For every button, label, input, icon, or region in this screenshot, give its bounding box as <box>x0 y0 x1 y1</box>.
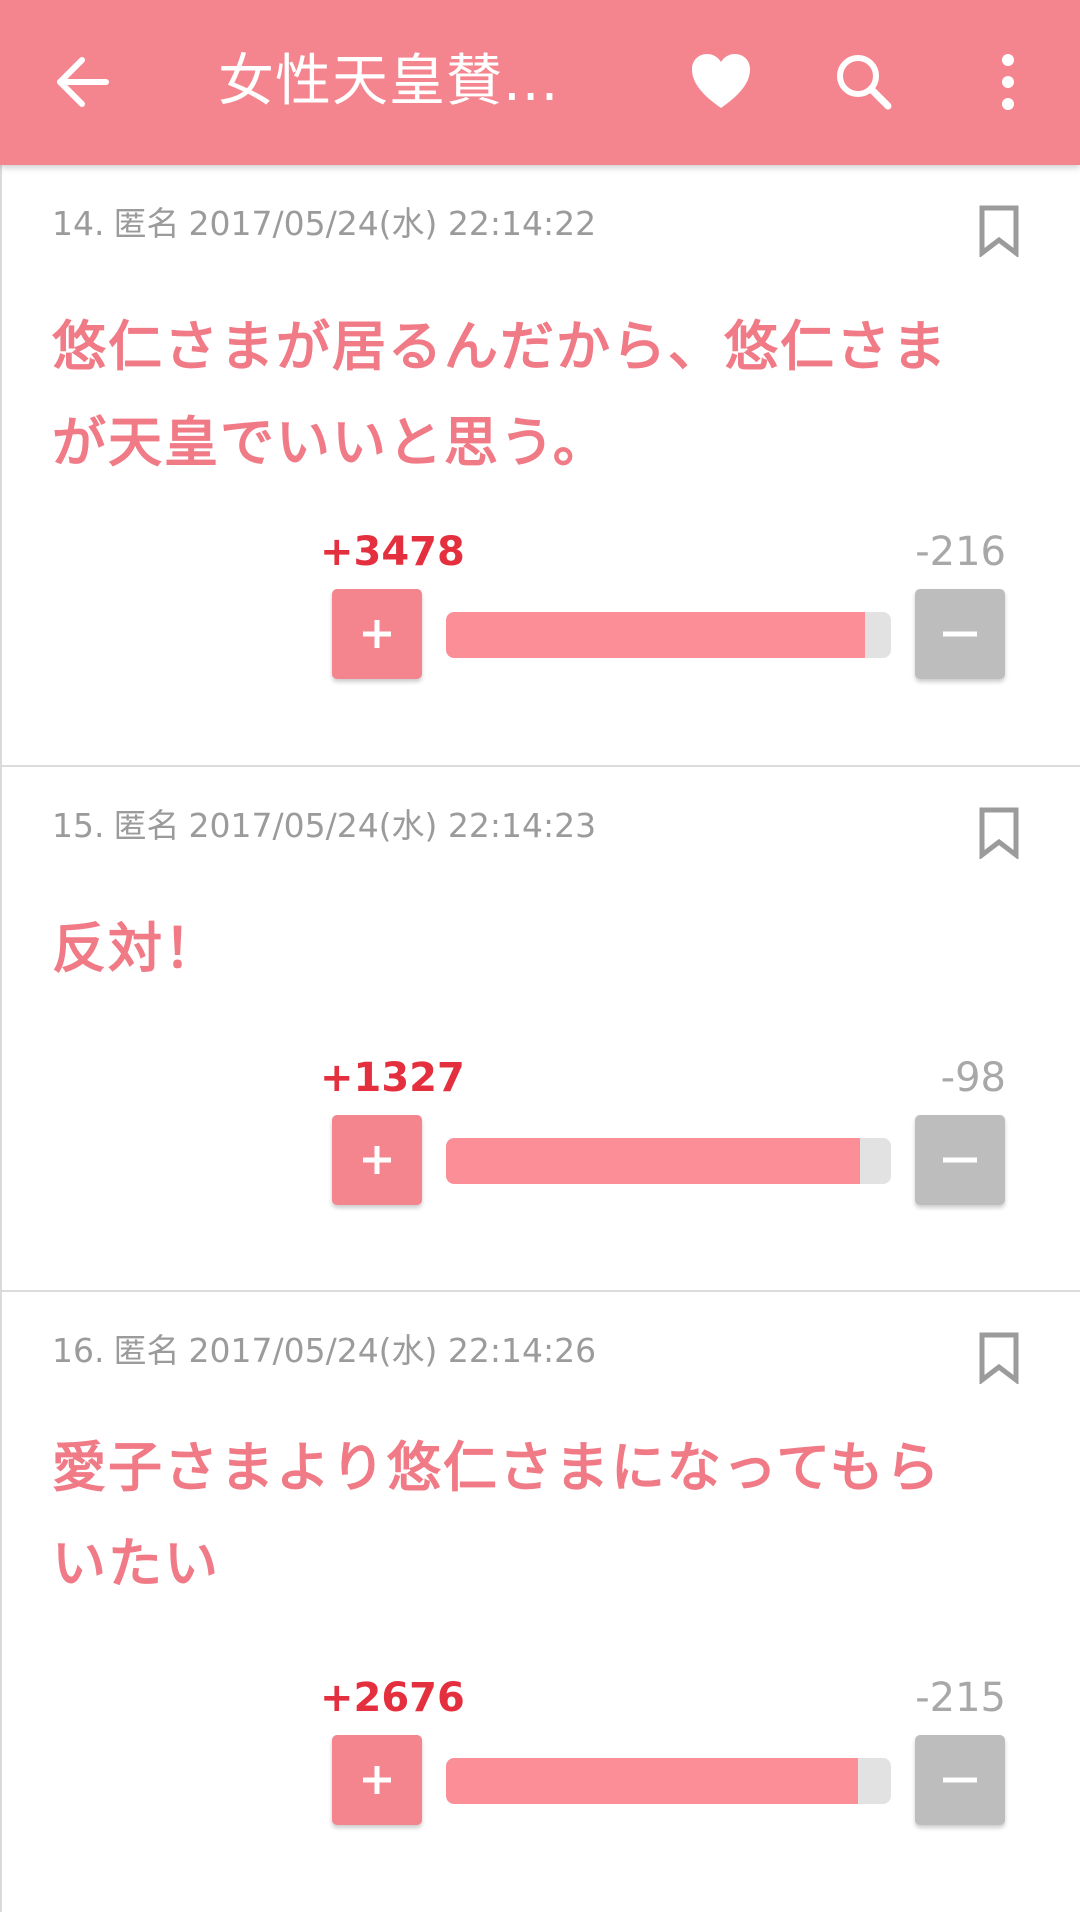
comment-timestamp: 2017/05/24(水) 22:14:23 <box>188 806 597 845</box>
comment-line: が天皇でいいと思う。 <box>52 411 609 474</box>
comment-author: 匿名 <box>113 204 180 243</box>
plus-vote-button[interactable] <box>332 1735 422 1825</box>
comment-number: 15. <box>52 806 105 845</box>
vote-panel: +1327 -98 <box>2 1055 1080 1205</box>
comment-item: 15. 匿名 2017/05/24(水) 22:14:23 反対！ +1327 -9… <box>2 767 1080 1292</box>
bookmark-icon <box>979 1332 1019 1386</box>
arrow-left-icon <box>57 57 109 107</box>
bookmark-button[interactable] <box>978 807 1020 861</box>
plus-count: +3478 <box>320 529 465 575</box>
vote-ratio-fill <box>446 1138 861 1184</box>
comment-author: 匿名 <box>113 1331 180 1370</box>
plus-vote-button[interactable] <box>332 589 422 679</box>
vote-ratio-fill <box>446 612 865 658</box>
minus-count: -215 <box>915 1675 1006 1721</box>
search-button[interactable] <box>832 50 896 114</box>
plus-count: +2676 <box>320 1675 465 1721</box>
bookmark-icon <box>979 807 1019 861</box>
search-icon <box>837 55 892 110</box>
comment-number: 16. <box>52 1331 105 1370</box>
minus-vote-button[interactable] <box>915 589 1005 679</box>
minus-vote-button[interactable] <box>915 1735 1005 1825</box>
comment-meta: 15. 匿名 2017/05/24(水) 22:14:23 <box>52 799 605 847</box>
comment-line: 反対！ <box>52 917 220 980</box>
plus-icon <box>363 1766 391 1794</box>
comment-body: 反対！ <box>52 901 1042 997</box>
comment-timestamp: 2017/05/24(水) 22:14:22 <box>188 204 597 243</box>
minus-icon <box>943 1777 977 1783</box>
comment-meta: 14. 匿名 2017/05/24(水) 22:14:22 <box>52 197 605 245</box>
comment-meta: 16. 匿名 2017/05/24(水) 22:14:26 <box>52 1324 605 1372</box>
overflow-menu-button[interactable] <box>988 50 1028 114</box>
plus-vote-button[interactable] <box>332 1115 422 1205</box>
vote-ratio-bar <box>446 1138 891 1184</box>
vote-ratio-bar <box>446 1758 891 1804</box>
minus-icon <box>943 1157 977 1163</box>
more-vertical-icon <box>1002 54 1014 110</box>
bookmark-button[interactable] <box>978 205 1020 259</box>
plus-icon <box>363 1146 391 1174</box>
plus-count: +1327 <box>320 1055 465 1101</box>
bookmark-icon <box>979 205 1019 259</box>
comment-line: いたい <box>52 1532 220 1595</box>
plus-icon <box>363 620 391 648</box>
back-button[interactable] <box>52 50 116 114</box>
comment-line: 悠仁さまが居るんだから、悠仁さま <box>52 315 948 378</box>
comment-item: 16. 匿名 2017/05/24(水) 22:14:26 愛子さまより悠仁さまにな… <box>2 1292 1080 1912</box>
comment-line: 愛子さまより悠仁さまになってもら <box>52 1436 942 1499</box>
comment-body: 愛子さまより悠仁さまになってもら いたい <box>52 1420 1042 1612</box>
minus-count: -216 <box>915 529 1006 575</box>
minus-vote-button[interactable] <box>915 1115 1005 1205</box>
page-title: 女性天皇賛... <box>218 49 560 114</box>
vote-ratio-fill <box>446 1758 858 1804</box>
bookmark-button[interactable] <box>978 1332 1020 1386</box>
comment-list: 14. 匿名 2017/05/24(水) 22:14:22 悠仁さまが居るんだから、… <box>0 165 1080 1912</box>
vote-panel: +2676 -215 <box>2 1675 1080 1825</box>
comment-author: 匿名 <box>113 806 180 845</box>
vote-ratio-bar <box>446 612 891 658</box>
comment-item: 14. 匿名 2017/05/24(水) 22:14:22 悠仁さまが居るんだから、… <box>2 165 1080 767</box>
comment-number: 14. <box>52 204 105 243</box>
minus-icon <box>943 631 977 637</box>
minus-count: -98 <box>940 1055 1006 1101</box>
heart-icon <box>692 54 750 108</box>
vote-panel: +3478 -216 <box>2 529 1080 679</box>
comment-timestamp: 2017/05/24(水) 22:14:26 <box>188 1331 597 1370</box>
comment-body: 悠仁さまが居るんだから、悠仁さま が天皇でいいと思う。 <box>52 299 1042 491</box>
favorite-button[interactable] <box>690 52 752 112</box>
app-bar: 女性天皇賛... <box>0 0 1080 165</box>
